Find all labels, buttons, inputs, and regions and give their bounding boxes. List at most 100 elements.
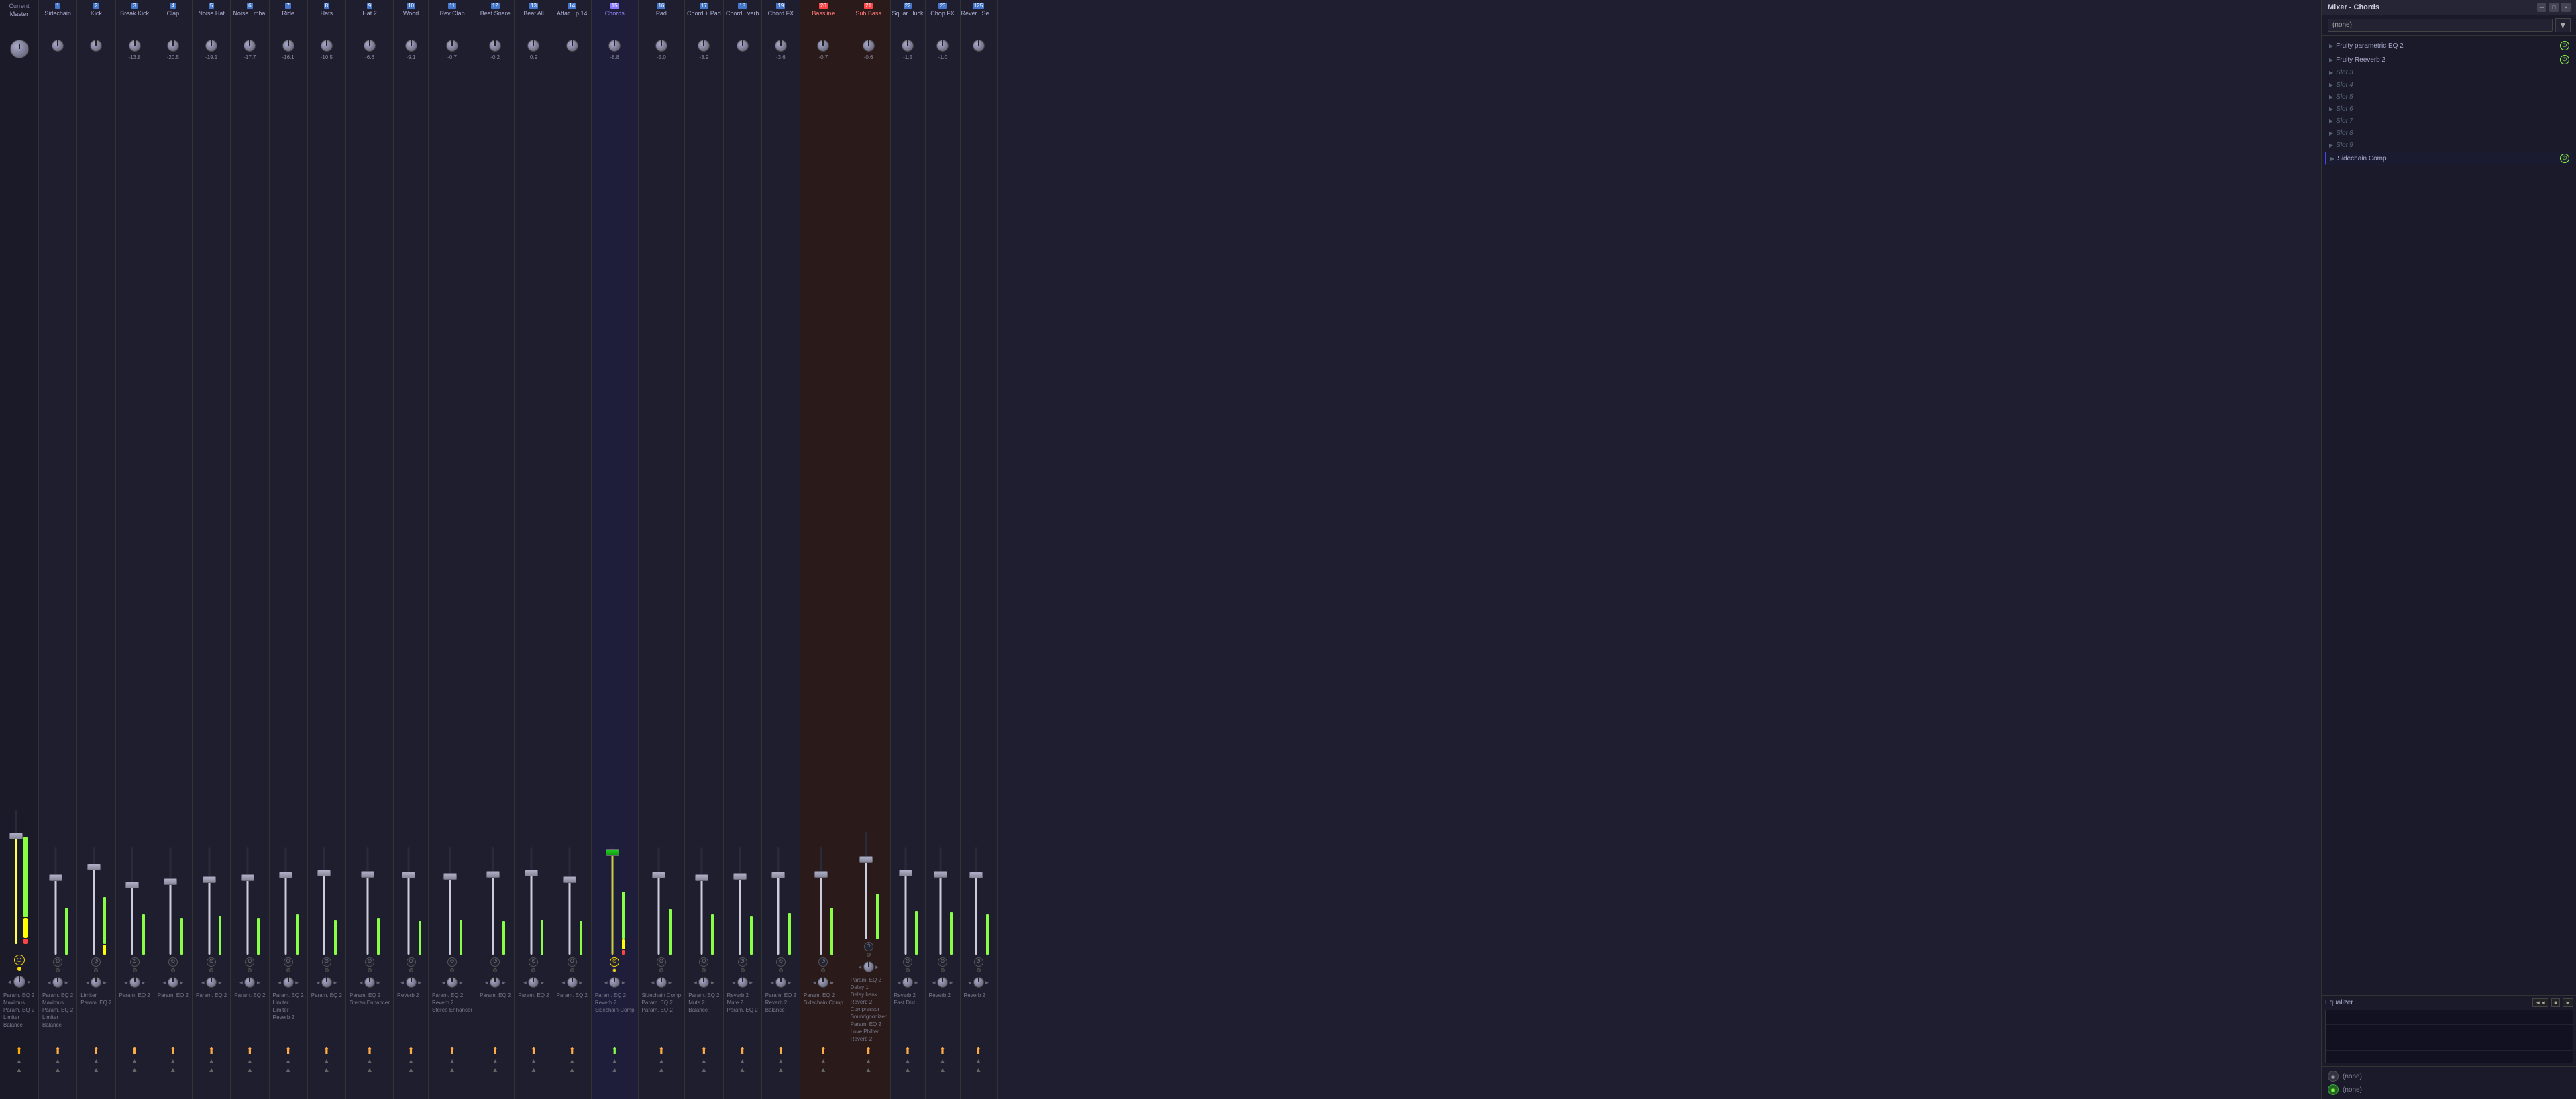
ch-send-down-1[interactable]: ▲ <box>54 1067 61 1074</box>
ch-fader-13[interactable] <box>523 847 539 955</box>
effect-item[interactable]: Param. EQ 2 <box>849 1020 888 1028</box>
effect-item[interactable]: Sidechain Comp <box>594 1006 636 1014</box>
ch-send-up-19[interactable]: ▲ <box>777 1058 784 1065</box>
ch-pan-knob-1[interactable] <box>52 977 63 988</box>
ch-send-down-7[interactable]: ▲ <box>285 1067 292 1074</box>
ch-pan-right-12[interactable]: ► <box>501 980 506 986</box>
ch-routing-arrow-4[interactable]: ⬆ <box>169 1045 177 1057</box>
ch-knob-11[interactable] <box>446 40 458 52</box>
effect-item[interactable]: Balance <box>764 1006 798 1014</box>
current-knob[interactable] <box>10 40 29 58</box>
ch-pan-knob-13[interactable] <box>528 977 539 988</box>
ch-pan-right-17[interactable]: ► <box>710 980 715 986</box>
channel-dropdown[interactable]: (none) <box>2328 19 2553 32</box>
ch-send-down-11[interactable]: ▲ <box>449 1067 455 1074</box>
send-routing-arrow[interactable]: ⬆ <box>15 1045 23 1057</box>
ch-pan-right-3[interactable]: ► <box>141 980 146 986</box>
ch-pan-left-23[interactable]: ◄ <box>931 980 936 986</box>
effect-slot-4[interactable]: ▶ Slot 5 <box>2325 91 2573 103</box>
effect-item[interactable]: Param. EQ 2 <box>802 992 845 999</box>
ch-power-btn-22[interactable]: ⏻ <box>903 957 912 967</box>
ch-power-btn-1[interactable]: ⏻ <box>53 957 62 967</box>
ch-pan-right-22[interactable]: ► <box>914 980 919 986</box>
effect-item[interactable]: Limiter <box>272 1006 305 1014</box>
ch-routing-arrow-13[interactable]: ⬆ <box>530 1045 538 1057</box>
ch-pan-knob-20[interactable] <box>818 977 828 988</box>
ch-routing-arrow-15[interactable]: ⬆ <box>610 1045 619 1057</box>
ch-pan-knob-5[interactable] <box>206 977 217 988</box>
slot-power-btn-9[interactable]: ⏻ <box>2560 154 2569 163</box>
ch-knob-8[interactable] <box>321 40 333 52</box>
effect-item[interactable]: Param. EQ 2 <box>431 992 474 999</box>
ch-pan-left-1[interactable]: ◄ <box>46 980 52 986</box>
ch-knob-15[interactable] <box>608 40 621 52</box>
ch-send-down-18[interactable]: ▲ <box>739 1067 746 1074</box>
ch-power-btn-8[interactable]: ⏻ <box>322 957 331 967</box>
effect-item[interactable]: Param. EQ 2 <box>641 999 683 1006</box>
ch-fader-20[interactable] <box>813 847 829 955</box>
effect-item[interactable]: Maximus <box>2 999 36 1006</box>
effect-item[interactable]: Love Philter <box>849 1028 888 1035</box>
effect-item[interactable]: Mute 2 <box>726 999 759 1006</box>
ch-pan-left-17[interactable]: ◄ <box>692 980 698 986</box>
ch-send-up-10[interactable]: ▲ <box>408 1058 415 1065</box>
ch-pan-knob-17[interactable] <box>698 977 709 988</box>
ch-routing-arrow-22[interactable]: ⬆ <box>904 1045 912 1057</box>
effect-item[interactable]: Reverb 2 <box>849 998 888 1006</box>
ch-pan-right-16[interactable]: ► <box>667 980 673 986</box>
ch-send-up-18[interactable]: ▲ <box>739 1058 746 1065</box>
ch-send-up-23[interactable]: ▲ <box>939 1058 946 1065</box>
effect-item[interactable]: Fast Dist <box>893 999 923 1006</box>
effect-slot-5[interactable]: ▶ Slot 6 <box>2325 103 2573 115</box>
ch-send-down-20[interactable]: ▲ <box>820 1067 826 1074</box>
effect-item[interactable]: Param. EQ 2 <box>641 1006 683 1014</box>
effect-item[interactable]: Param. EQ 2 <box>2 1006 36 1014</box>
effect-item[interactable]: Param. EQ 2 <box>41 992 74 999</box>
ch-pan-left-21[interactable]: ◄ <box>857 964 863 970</box>
ch-pan-right-21[interactable]: ► <box>875 964 880 970</box>
ch-power-btn-16[interactable]: ⏻ <box>657 957 666 967</box>
effect-item[interactable]: Param. EQ 2 <box>2 992 36 999</box>
send-num-1[interactable]: ◉ <box>2328 1071 2339 1082</box>
ch-fader-21[interactable] <box>858 832 874 939</box>
effect-item[interactable]: Reverb 2 <box>272 1014 305 1021</box>
ch-pan-left-16[interactable]: ◄ <box>650 980 655 986</box>
ch-fader-2[interactable] <box>86 847 102 955</box>
ch-routing-arrow-21[interactable]: ⬆ <box>865 1045 873 1057</box>
ch-power-btn-3[interactable]: ⏻ <box>130 957 140 967</box>
effect-item[interactable]: Mute 2 <box>687 999 720 1006</box>
channel-dropdown-arrow[interactable]: ▼ <box>2555 18 2571 32</box>
effect-item[interactable]: Compressor <box>849 1006 888 1013</box>
ch-power-btn-9[interactable]: ⏻ <box>365 957 374 967</box>
ch-knob-5[interactable] <box>205 40 217 52</box>
ch-pan-right-2[interactable]: ► <box>102 980 107 986</box>
ch-pan-right-5[interactable]: ► <box>217 980 223 986</box>
effect-item[interactable]: Limiter <box>41 1014 74 1021</box>
ch-routing-arrow-3[interactable]: ⬆ <box>131 1045 139 1057</box>
ch-knob-21[interactable] <box>863 40 875 52</box>
ch-pan-right-6[interactable]: ► <box>256 980 261 986</box>
ch-pan-left-7[interactable]: ◄ <box>277 980 282 986</box>
effect-item[interactable]: Param. EQ 2 <box>233 992 266 999</box>
ch-send-down-5[interactable]: ▲ <box>208 1067 215 1074</box>
ch-power-btn-13[interactable]: ⏻ <box>529 957 538 967</box>
ch-power-btn-4[interactable]: ⏻ <box>168 957 178 967</box>
ch-fader-18[interactable] <box>732 847 748 955</box>
ch-send-down-15[interactable]: ▲ <box>611 1067 618 1074</box>
ch-send-up-4[interactable]: ▲ <box>170 1058 176 1065</box>
ch-pan-left-3[interactable]: ◄ <box>123 980 129 986</box>
ch-knob-10[interactable] <box>405 40 417 52</box>
ch-fader-1[interactable] <box>48 847 64 955</box>
effect-slot-8[interactable]: ▶ Slot 9 <box>2325 140 2573 151</box>
ch-power-btn-20[interactable]: ⏻ <box>818 957 828 967</box>
ch-knob-9[interactable] <box>364 40 376 52</box>
ch-fader-16[interactable] <box>651 847 667 955</box>
effect-item[interactable]: Sidechain Comp <box>641 992 683 999</box>
ch-power-btn-14[interactable]: ⏻ <box>568 957 577 967</box>
effect-item[interactable]: Param. EQ 2 <box>41 1006 74 1014</box>
ch-power-btn-125[interactable]: ⏻ <box>974 957 983 967</box>
effect-item[interactable]: Limiter <box>2 1014 36 1021</box>
ch-send-up-21[interactable]: ▲ <box>865 1058 872 1065</box>
ch-pan-left-13[interactable]: ◄ <box>523 980 528 986</box>
effect-item[interactable]: Limiter <box>272 999 305 1006</box>
